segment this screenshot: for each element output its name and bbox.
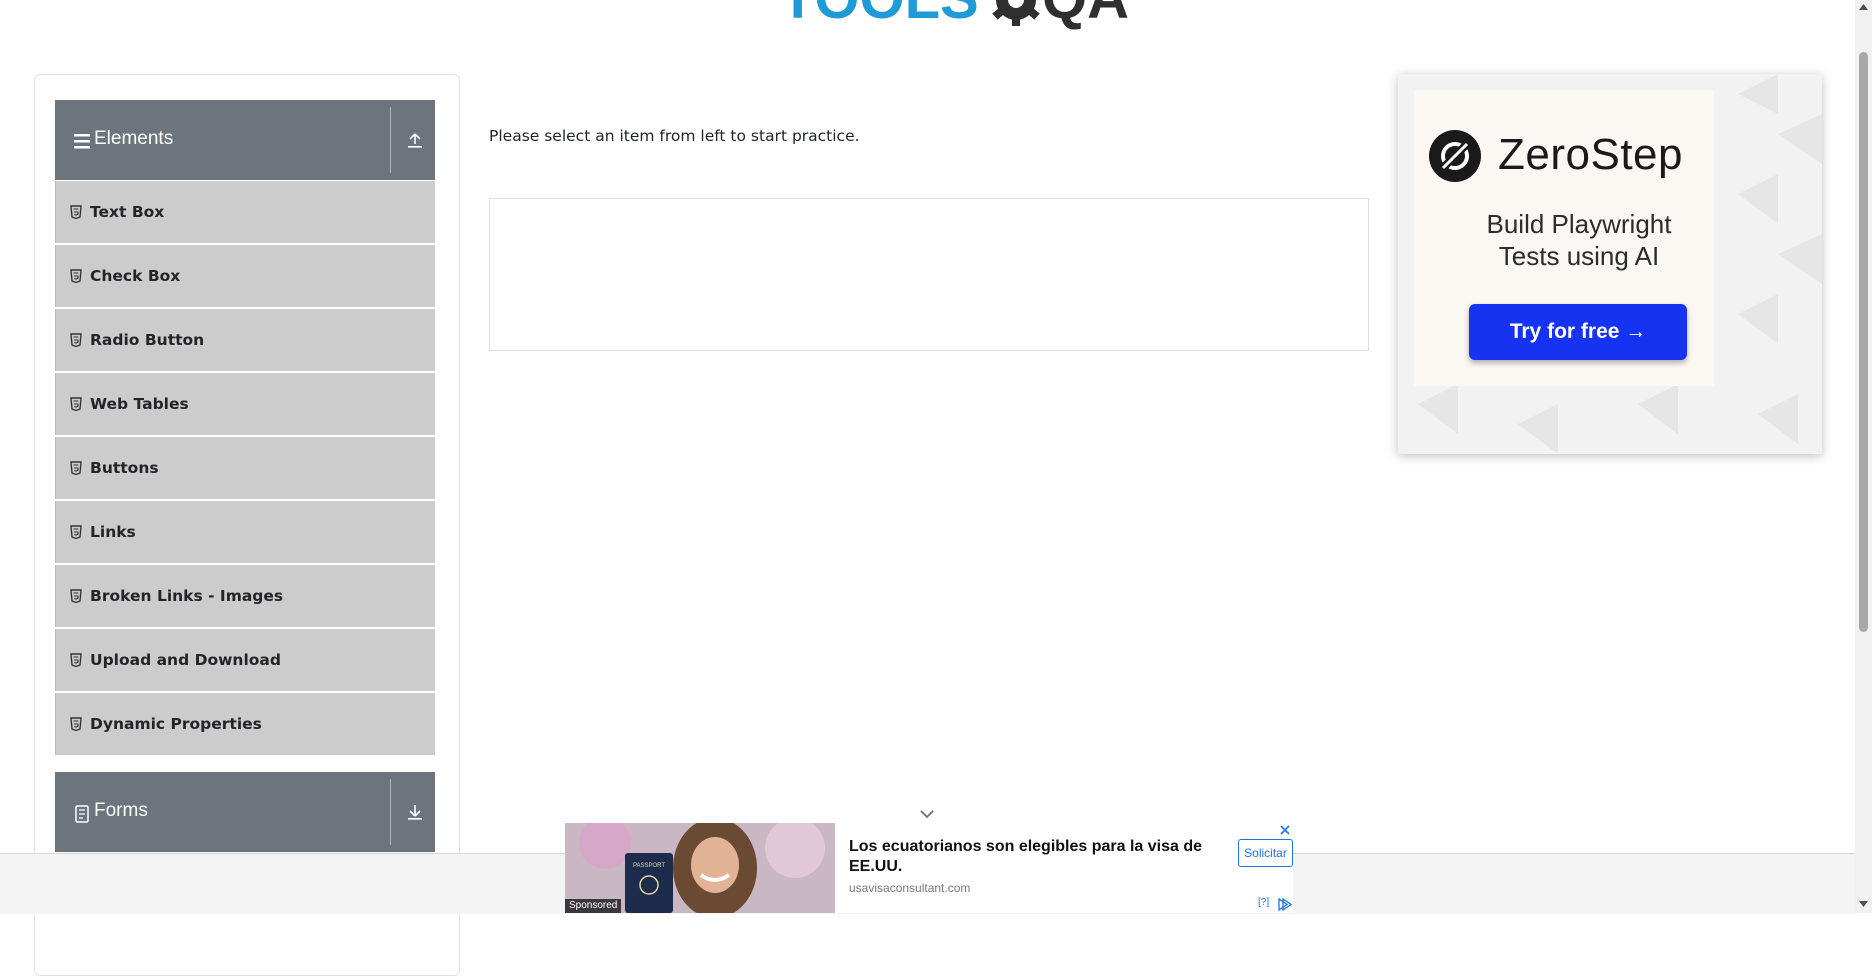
- menu-item-label: Check Box: [90, 267, 181, 285]
- menu-item-label: Text Box: [90, 203, 165, 221]
- ad-headline-line1: Build Playwright: [1486, 209, 1672, 239]
- expand-down-icon[interactable]: [406, 803, 424, 821]
- html5-icon: [70, 717, 82, 731]
- adchoices-icon[interactable]: [1277, 898, 1293, 911]
- menu-item-web-tables[interactable]: Web Tables: [55, 373, 435, 435]
- menu-item-label: Links: [90, 523, 136, 541]
- gear-icon: [992, 0, 1040, 26]
- ad-headline-line2: Tests using AI: [1498, 241, 1660, 271]
- group-title-elements: Elements: [94, 128, 174, 149]
- hamburger-icon: [74, 134, 90, 149]
- menu-item-dynamic-properties[interactable]: Dynamic Properties: [55, 693, 435, 755]
- scroll-up-icon[interactable]: [1859, 4, 1868, 10]
- html5-icon: [70, 461, 82, 475]
- logo-text-tools: TOOLS: [780, 0, 979, 31]
- menu-item-radio-button[interactable]: Radio Button: [55, 309, 435, 371]
- menu-item-label: Buttons: [90, 459, 159, 477]
- ad-card: ZeroStep Build Playwright Tests using AI…: [1414, 90, 1714, 386]
- menu-item-label: Radio Button: [90, 331, 205, 349]
- close-icon[interactable]: [1278, 823, 1292, 837]
- practice-instruction: Please select an item from left to start…: [489, 127, 860, 145]
- zerostep-ad[interactable]: ZeroStep Build Playwright Tests using AI…: [1398, 74, 1822, 454]
- menu-item-upload-and-download[interactable]: Upload and Download: [55, 629, 435, 691]
- menu-item-label: Web Tables: [90, 395, 189, 413]
- visa-ad-banner[interactable]: PASSPORT Sponsored Los ecuatorianos son …: [565, 823, 1293, 913]
- sidebar-panel: Elements Text Box Check Box Radio Button…: [34, 74, 460, 976]
- zerostep-brand: ZeroStep: [1498, 130, 1683, 179]
- group-title-forms: Forms: [94, 800, 148, 821]
- html5-icon: [70, 589, 82, 603]
- toolsqa-logo[interactable]: TOOLS QA: [780, 0, 1129, 40]
- form-icon: [75, 805, 89, 823]
- menu-item-check-box[interactable]: Check Box: [55, 245, 435, 307]
- menu-item-buttons[interactable]: Buttons: [55, 437, 435, 499]
- chevron-down-icon[interactable]: [918, 807, 936, 821]
- header-divider: [390, 107, 391, 173]
- collapse-up-icon[interactable]: [406, 131, 424, 149]
- ad-headline-text[interactable]: Los ecuatorianos son elegibles para la v…: [849, 837, 1229, 877]
- ad-headline: Build Playwright Tests using AI: [1414, 208, 1744, 272]
- menu-item-label: Dynamic Properties: [90, 715, 262, 733]
- ad-photo: PASSPORT Sponsored: [565, 823, 835, 913]
- menu-item-text-box[interactable]: Text Box: [55, 181, 435, 243]
- html5-icon: [70, 525, 82, 539]
- elements-menu-list: Text Box Check Box Radio Button Web Tabl…: [55, 181, 435, 757]
- try-for-free-button[interactable]: Try for free →: [1469, 304, 1687, 360]
- scroll-down-icon[interactable]: [1859, 901, 1868, 907]
- group-header-elements[interactable]: Elements: [55, 100, 435, 180]
- html5-icon: [70, 397, 82, 411]
- zerostep-logo-icon: [1429, 130, 1481, 182]
- menu-item-label: Broken Links - Images: [90, 587, 284, 605]
- scrollbar-thumb[interactable]: [1859, 52, 1868, 632]
- menu-item-broken-links-images[interactable]: Broken Links - Images: [55, 565, 435, 627]
- passport-text: PASSPORT: [633, 863, 665, 869]
- html5-icon: [70, 333, 82, 347]
- group-header-forms[interactable]: Forms: [55, 772, 435, 852]
- menu-item-label: Upload and Download: [90, 651, 281, 669]
- practice-content-area: [489, 198, 1369, 351]
- html5-icon: [70, 205, 82, 219]
- page-scrollbar[interactable]: [1855, 0, 1872, 913]
- html5-icon: [70, 653, 82, 667]
- sponsored-label: Sponsored: [565, 899, 622, 913]
- header-divider: [390, 779, 391, 845]
- ad-info-link[interactable]: [?]: [1258, 897, 1269, 908]
- html5-icon: [70, 269, 82, 283]
- ad-domain[interactable]: usavisaconsultant.com: [849, 881, 970, 895]
- menu-item-links[interactable]: Links: [55, 501, 435, 563]
- solicitar-button[interactable]: Solicitar: [1238, 839, 1293, 867]
- logo-text-qa: QA: [1042, 0, 1129, 31]
